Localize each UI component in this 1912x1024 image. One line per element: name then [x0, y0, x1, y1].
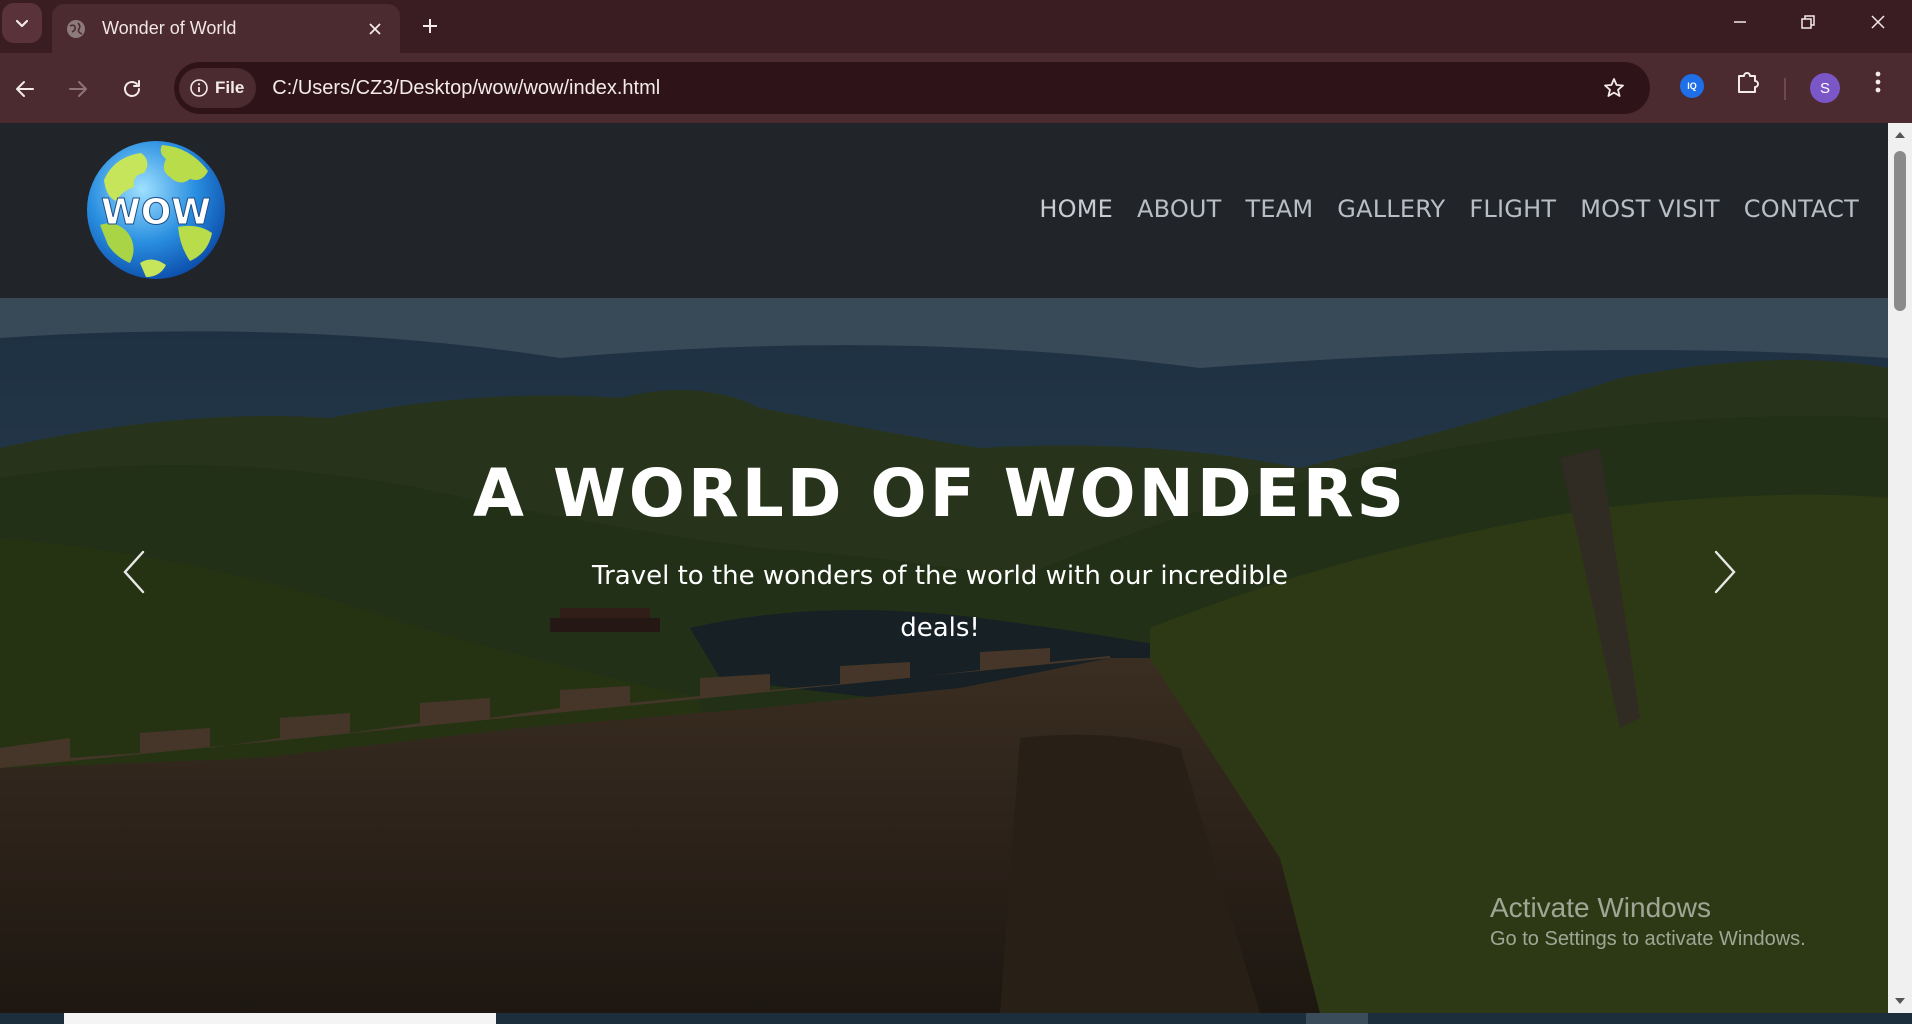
scroll-up-button[interactable] [1888, 127, 1912, 143]
scroll-thumb[interactable] [1894, 151, 1906, 311]
arrow-left-icon [16, 81, 34, 97]
nav-gallery[interactable]: GALLERY [1337, 195, 1445, 223]
new-tab-button[interactable] [410, 6, 450, 46]
close-icon [1871, 15, 1885, 29]
profile-avatar[interactable]: S [1810, 73, 1840, 103]
site-header: WOW HOME ABOUT TEAM GALLERY FLIGHT MOST … [0, 123, 1888, 298]
nav-team[interactable]: TEAM [1246, 195, 1314, 223]
close-window-button[interactable] [1844, 0, 1912, 44]
reload-button[interactable] [110, 67, 154, 111]
url-text[interactable]: C:/Users/CZ3/Desktop/wow/wow/index.html [272, 77, 1592, 100]
minimize-button[interactable] [1706, 0, 1774, 44]
toolbar-divider [1784, 78, 1786, 100]
plus-icon [423, 19, 437, 33]
nav-flight[interactable]: FLIGHT [1469, 195, 1556, 223]
tab-search-button[interactable] [2, 3, 42, 43]
scroll-down-button[interactable] [1888, 993, 1912, 1009]
page-viewport: WOW HOME ABOUT TEAM GALLERY FLIGHT MOST … [0, 123, 1888, 1013]
hero-subtitle: Travel to the wonders of the world with … [592, 561, 1288, 643]
back-button[interactable] [3, 67, 47, 111]
restore-button[interactable] [1774, 0, 1842, 44]
nav-most-visit[interactable]: MOST VISIT [1580, 195, 1720, 223]
carousel-next-icon[interactable] [1706, 542, 1746, 602]
globe-icon [67, 19, 85, 38]
activate-title: Activate Windows [1490, 892, 1711, 923]
minimize-icon [1734, 21, 1746, 23]
nav-contact[interactable]: CONTACT [1744, 195, 1859, 223]
activate-subtitle: Go to Settings to activate Windows. [1490, 928, 1806, 950]
tab-title: Wonder of World [102, 18, 237, 38]
arrow-right-icon [69, 81, 87, 97]
wow-logo[interactable]: WOW [86, 135, 226, 285]
main-nav: HOME ABOUT TEAM GALLERY FLIGHT MOST VISI… [1039, 195, 1859, 223]
tab-close-button[interactable] [364, 18, 386, 40]
nav-about[interactable]: ABOUT [1137, 195, 1222, 223]
browser-tab[interactable]: Wonder of World [52, 4, 400, 53]
page-scrollbar[interactable] [1888, 123, 1912, 1013]
activate-windows-watermark: Activate Windows Go to Settings to activ… [1490, 892, 1806, 951]
carousel-prev-icon[interactable] [113, 542, 153, 602]
nav-home[interactable]: HOME [1039, 195, 1113, 223]
kebab-menu-icon[interactable] [1868, 68, 1888, 96]
restore-icon [1801, 15, 1815, 29]
info-icon [190, 79, 208, 97]
site-info-chip[interactable]: File [179, 68, 257, 108]
logo-text: WOW [101, 192, 211, 233]
os-taskbar [0, 1013, 1912, 1024]
taskbar-window-preview[interactable] [64, 1013, 496, 1024]
extension-iq-icon[interactable]: IQ [1680, 74, 1704, 98]
address-bar[interactable]: File C:/Users/CZ3/Desktop/wow/wow/index.… [174, 62, 1650, 114]
close-icon [369, 22, 381, 35]
triangle-down-icon [1895, 998, 1905, 1004]
taskbar-item[interactable] [1306, 1013, 1368, 1024]
url-scheme-label: File [215, 78, 245, 97]
triangle-up-icon [1895, 132, 1905, 138]
browser-tab-bar: Wonder of World [0, 0, 1912, 53]
chevron-down-icon [15, 19, 29, 28]
bookmark-button[interactable] [1592, 66, 1636, 110]
forward-button[interactable] [56, 67, 100, 111]
puzzle-icon[interactable] [1733, 67, 1763, 97]
reload-icon [124, 80, 140, 97]
browser-toolbar: File C:/Users/CZ3/Desktop/wow/wow/index.… [0, 53, 1912, 123]
star-icon [1604, 78, 1624, 97]
hero-title: A WORLD OF WONDERS [472, 455, 1408, 532]
